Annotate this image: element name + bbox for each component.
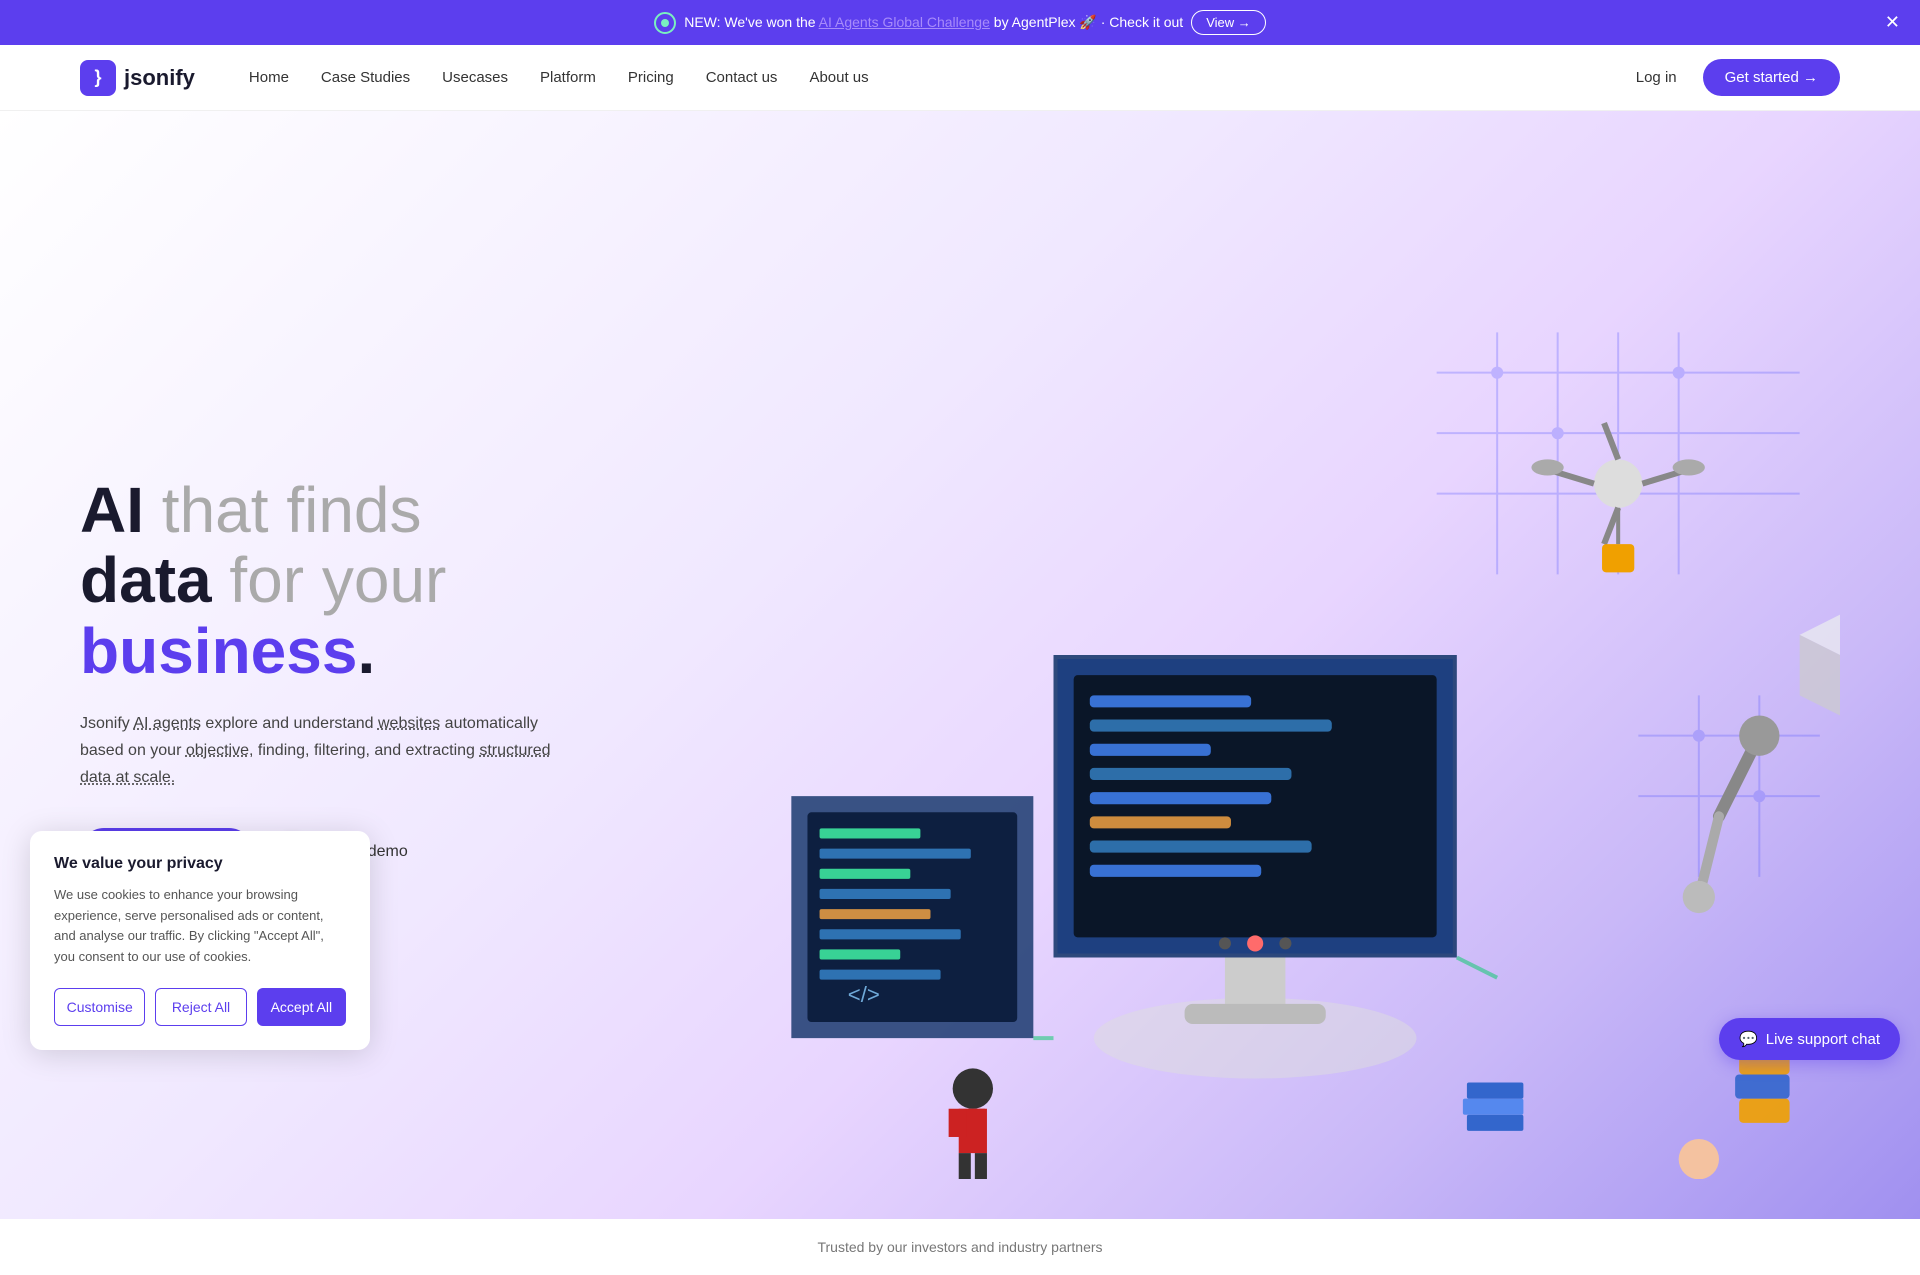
nav-home[interactable]: Home [235, 61, 303, 94]
hero-desc-ai-agents: AI agents [133, 715, 201, 732]
hero-description: Jsonify AI agents explore and understand… [80, 710, 560, 792]
hero-title-that-finds: that finds [144, 474, 422, 546]
nav-contact[interactable]: Contact us [692, 61, 792, 94]
hero-title-business: business [80, 615, 357, 687]
login-button[interactable]: Log in [1622, 61, 1691, 94]
nav-actions: Log in Get started → [1622, 59, 1840, 96]
svg-text:</>: </> [848, 982, 880, 1007]
nav-about[interactable]: About us [795, 61, 882, 94]
hero-desc-websites: websites [378, 715, 440, 732]
hero-left: AI that finds data for your business. Js… [80, 475, 630, 876]
hero-right: </> [630, 171, 1840, 1179]
nav-case-studies[interactable]: Case Studies [307, 61, 424, 94]
hero-title-dot: . [357, 615, 375, 687]
announcement-close-button[interactable]: ✕ [1885, 12, 1900, 33]
ring-icon [654, 12, 676, 34]
nav-platform[interactable]: Platform [526, 61, 610, 94]
hero-title-data: data [80, 544, 212, 616]
nav-pricing[interactable]: Pricing [614, 61, 688, 94]
cookie-buttons: Customise Reject All Accept All [54, 988, 346, 1026]
cookie-banner: We value your privacy We use cookies to … [30, 831, 370, 1050]
announcement-text: NEW: We've won the AI Agents Global Chal… [684, 14, 1183, 31]
logo-icon: } [80, 60, 116, 96]
cookie-description: We use cookies to enhance your browsing … [54, 885, 346, 968]
announcement-banner: NEW: We've won the AI Agents Global Chal… [0, 0, 1920, 45]
announcement-view-button[interactable]: View → [1191, 10, 1266, 35]
challenge-link[interactable]: AI Agents Global Challenge [819, 14, 990, 30]
hero-section: AI that finds data for your business. Js… [0, 111, 1920, 1219]
cookie-reject-button[interactable]: Reject All [155, 988, 246, 1026]
trust-text: Trusted by our investors and industry pa… [817, 1239, 1102, 1255]
hero-illustration: </> [630, 171, 1840, 1179]
nav-links: Home Case Studies Usecases Platform Pric… [235, 61, 1622, 94]
logo-text: jsonify [124, 65, 195, 91]
live-chat-label: Live support chat [1766, 1031, 1880, 1048]
navbar: } jsonify Home Case Studies Usecases Pla… [0, 45, 1920, 111]
hero-title: AI that finds data for your business. [80, 475, 630, 686]
live-chat-icon: 💬 [1739, 1030, 1758, 1048]
cookie-accept-button[interactable]: Accept All [257, 988, 346, 1026]
cookie-customise-button[interactable]: Customise [54, 988, 145, 1026]
logo-bracket: } [94, 67, 101, 88]
hero-title-for-your: for your [212, 544, 447, 616]
nav-usecases[interactable]: Usecases [428, 61, 522, 94]
cookie-title: We value your privacy [54, 855, 346, 873]
trust-section: Trusted by our investors and industry pa… [0, 1219, 1920, 1275]
hero-desc-structured-data: structured data at scale. [80, 742, 551, 786]
logo[interactable]: } jsonify [80, 60, 195, 96]
live-chat-widget[interactable]: 💬 Live support chat [1719, 1018, 1900, 1060]
nav-get-started-button[interactable]: Get started → [1703, 59, 1840, 96]
hero-title-ai: AI [80, 474, 144, 546]
hero-desc-objective: objective, [186, 742, 254, 759]
